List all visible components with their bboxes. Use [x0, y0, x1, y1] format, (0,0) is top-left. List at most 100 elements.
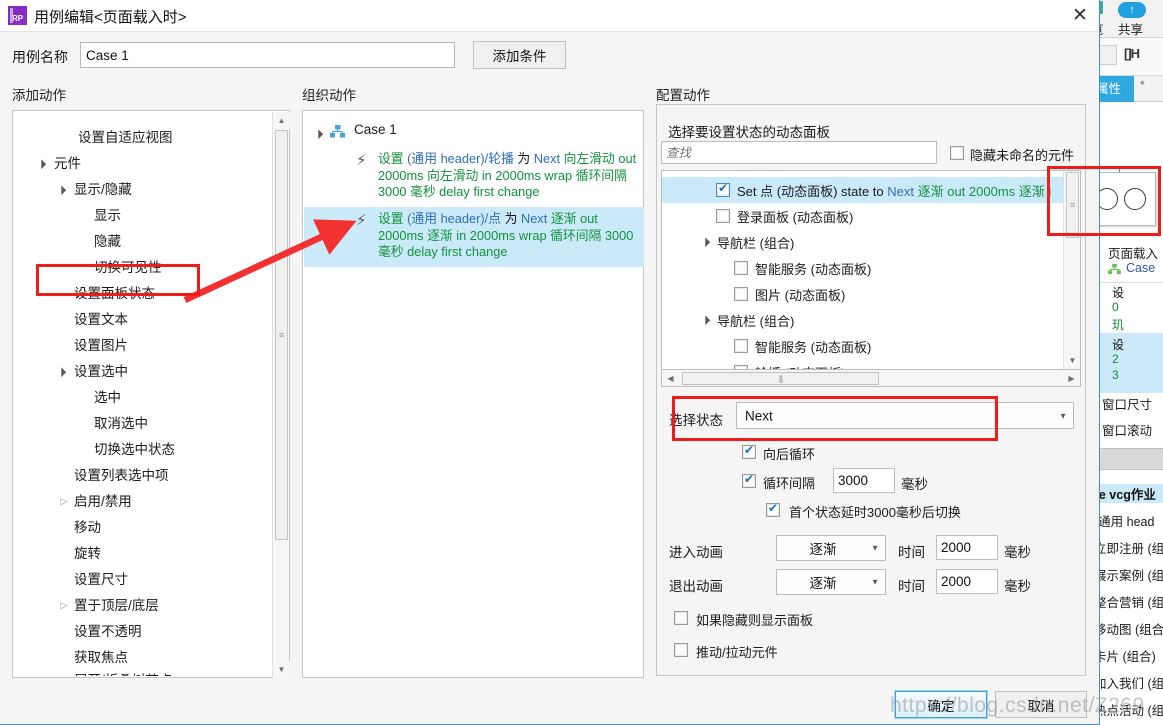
tree-item[interactable]: 选中 [94, 385, 121, 410]
row-checkbox-checked[interactable] [716, 181, 730, 197]
tree-item-set-panel-state[interactable]: 设置面板状态 [74, 281, 155, 306]
background-list-item[interactable]: 展示案例 (组 [1094, 565, 1163, 584]
background-list-item[interactable]: 加入我们 (组 [1094, 673, 1163, 692]
listbox-row-label: 登录面板 (动态面板) [737, 210, 854, 225]
listbox-row-partial[interactable]: 轮播 (动态面板) [662, 359, 1064, 369]
loop-back-checkbox[interactable] [742, 443, 756, 459]
push-pull-checkbox[interactable] [674, 643, 688, 657]
loop-interval-checkbox[interactable] [742, 472, 756, 488]
enter-time-input[interactable] [936, 535, 998, 560]
tree-item[interactable]: 元件 [54, 151, 81, 176]
row-checkbox[interactable] [734, 287, 748, 301]
tree-item[interactable]: 设置不透明 [74, 619, 142, 644]
organize-action-row-selected[interactable]: ⚡ 设置 (通用 header)/点 为 Next 逐渐 out 2000ms … [304, 207, 644, 267]
listbox-row[interactable]: 图片 (动态面板) [662, 281, 1064, 307]
scroll-down-icon[interactable]: ▼ [273, 661, 290, 678]
background-list-item[interactable]: 热点活动 (组 [1094, 700, 1163, 719]
show-if-hidden-label: 如果隐藏则显示面板 [696, 613, 814, 628]
background-window-scroll-item[interactable]: 窗口滚动 [1102, 420, 1152, 439]
tree-item[interactable]: 隐藏 [94, 229, 121, 254]
collapse-caret-icon[interactable] [58, 668, 70, 676]
select-state-label: 选择状态 [669, 413, 723, 428]
exit-time-label: 时间 [898, 579, 925, 594]
bolt-icon: ⚡ [1112, 337, 1122, 353]
expand-caret-icon[interactable] [54, 359, 66, 384]
background-window-size-item[interactable]: 窗口尺寸 [1102, 394, 1152, 413]
tree-item[interactable]: 旋转 [74, 541, 101, 566]
expand-caret-icon[interactable] [698, 307, 710, 332]
ribbon-share-icon[interactable]: ↑ [1118, 2, 1146, 18]
scroll-down-icon[interactable]: ▼ [1064, 352, 1080, 369]
expand-caret-icon[interactable] [34, 151, 46, 176]
row-checkbox[interactable] [734, 261, 748, 275]
show-if-hidden-checkbox[interactable] [674, 611, 688, 625]
tree-item[interactable]: 取消选中 [94, 411, 148, 436]
search-input[interactable] [661, 141, 937, 164]
dynamic-panel-listbox[interactable]: Set 点 (动态面板) state to Next 逐渐 out 2000ms… [661, 170, 1081, 370]
ok-button[interactable]: 确定 [894, 690, 988, 719]
listbox-row[interactable]: 智能服务 (动态面板) [662, 333, 1064, 359]
scroll-right-icon[interactable]: ▶ [1063, 370, 1080, 387]
expand-caret-icon[interactable] [54, 177, 66, 202]
collapse-caret-icon[interactable] [58, 489, 70, 514]
case-node-icon [1108, 264, 1121, 275]
tree-item[interactable]: 设置自适应视图 [78, 125, 173, 150]
tree-item[interactable]: 设置列表选中项 [74, 463, 169, 488]
hide-unnamed-checkbox[interactable] [950, 146, 964, 160]
tree-item[interactable]: 置于顶层/底层 [74, 593, 159, 618]
background-list-item[interactable]: 移动图 (组合 [1094, 619, 1163, 638]
tree-item[interactable]: 展开/折叠树节点 [74, 668, 172, 676]
tree-item[interactable]: 显示/隐藏 [74, 177, 132, 202]
row-checkbox[interactable] [716, 209, 730, 223]
listbox-row[interactable]: 登录面板 (动态面板) [662, 203, 1064, 229]
action-tree[interactable]: 设置自适应视图 元件 显示/隐藏 显示 隐藏 切换可见性 设置面板状态 设置文本… [14, 112, 272, 676]
background-list-item[interactable]: (通用 head [1094, 511, 1154, 530]
tree-item[interactable]: 启用/禁用 [74, 489, 132, 514]
cancel-button[interactable]: 取消 [995, 691, 1087, 718]
listbox-row-group[interactable]: 导航栏 (组合) [662, 307, 1064, 333]
expand-caret-icon[interactable] [698, 229, 710, 254]
close-icon[interactable]: ✕ [1063, 2, 1097, 30]
scroll-up-icon[interactable]: ▲ [273, 112, 290, 129]
background-list-item[interactable]: 整合营销 (组 [1094, 592, 1163, 611]
organize-action-row[interactable]: ⚡ 设置 (通用 header)/轮播 为 Next 向左滑动 out 2000… [304, 147, 644, 207]
exit-time-input[interactable] [936, 569, 998, 594]
scrollbar-thumb[interactable] [682, 372, 879, 385]
add-condition-button[interactable]: 添加条件 [473, 41, 566, 69]
tree-item[interactable]: 设置文本 [74, 307, 128, 332]
tree-item[interactable]: 设置尺寸 [74, 567, 128, 592]
scrollbar-thumb[interactable] [1066, 172, 1079, 238]
row-checkbox[interactable] [734, 339, 748, 353]
listbox-vertical-scrollbar[interactable]: ▼ [1063, 171, 1080, 369]
scroll-left-icon[interactable]: ◀ [662, 370, 679, 387]
exit-animation-label: 退出动画 [669, 579, 723, 594]
case-node-label[interactable]: Case 1 [354, 122, 397, 137]
select-state-dropdown[interactable]: Next ▼ [736, 402, 1074, 429]
tree-item[interactable]: 设置图片 [74, 333, 128, 358]
scrollbar-thumb[interactable] [275, 130, 288, 540]
expand-caret-icon[interactable] [311, 121, 323, 146]
enter-animation-dropdown[interactable]: 逐渐 ▼ [776, 535, 886, 561]
fit-icon[interactable]: []H [1124, 46, 1140, 61]
background-action-2-line2: 2 [1112, 352, 1119, 366]
left-tree-scrollbar[interactable]: ▲ ▼ [272, 112, 290, 678]
tree-item[interactable]: 切换选中状态 [94, 437, 175, 462]
tree-item[interactable]: 移动 [74, 515, 101, 540]
listbox-horizontal-scrollbar[interactable]: ◀ ▶ [661, 370, 1081, 387]
tree-item[interactable]: 获取焦点 [74, 645, 128, 670]
background-list-item[interactable]: 卡片 (组合) [1094, 646, 1156, 665]
listbox-row-group[interactable]: 导航栏 (组合) [662, 229, 1064, 255]
case-name-input[interactable] [80, 42, 455, 68]
tree-item[interactable]: 显示 [94, 203, 121, 228]
first-state-delay-checkbox[interactable] [766, 501, 780, 517]
exit-animation-dropdown[interactable]: 逐渐 ▼ [776, 569, 886, 595]
listbox-row-selected[interactable]: Set 点 (动态面板) state to Next 逐渐 out 2000ms… [662, 177, 1064, 203]
tree-item[interactable]: 设置选中 [74, 359, 128, 384]
listbox-row[interactable]: 智能服务 (动态面板) [662, 255, 1064, 281]
tree-item[interactable]: 切换可见性 [94, 255, 162, 280]
background-list-item[interactable]: 立即注册 (组 [1094, 538, 1163, 557]
collapse-caret-icon[interactable] [58, 593, 70, 618]
enter-time-label: 时间 [898, 545, 925, 560]
organize-action-text: 设置 (通用 header)/点 为 Next 逐渐 out 2000ms 逐渐… [378, 211, 634, 259]
loop-interval-input[interactable] [833, 468, 895, 493]
